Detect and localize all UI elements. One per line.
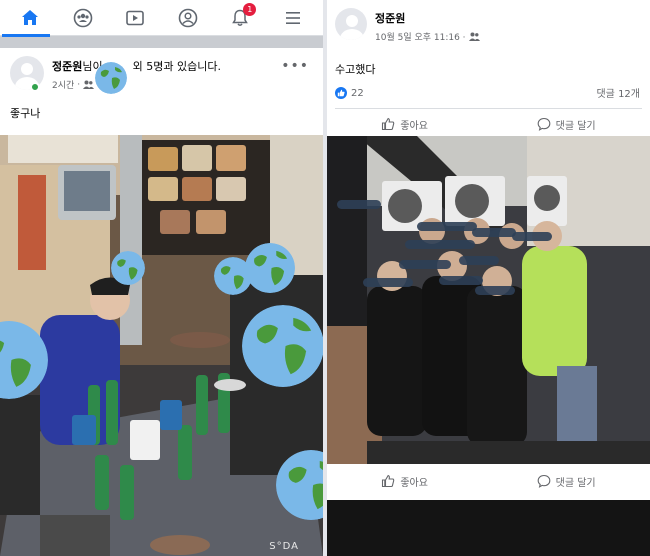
post-author-line: 정준원님이 외 5명과 있습니다. bbox=[52, 58, 221, 74]
like-label: 좋아요 bbox=[400, 477, 428, 489]
right-screenshot: 정준원 10월 5일 오후 11:16 · 수고했다 22 댓글 12개 좋아요… bbox=[327, 0, 650, 556]
face-blur-bar bbox=[417, 222, 477, 231]
like-summary[interactable]: 22 bbox=[335, 86, 364, 99]
like-button[interactable]: 좋아요 bbox=[381, 474, 428, 489]
comment-label: 댓글 달기 bbox=[555, 120, 596, 132]
reactions-bar: 22 댓글 12개 bbox=[327, 77, 650, 100]
comment-button[interactable]: 댓글 달기 bbox=[537, 117, 596, 132]
face-blur-bar bbox=[459, 256, 499, 265]
post-photo[interactable] bbox=[327, 136, 650, 464]
face-blur-bar bbox=[363, 278, 413, 287]
like-label: 좋아요 bbox=[400, 120, 428, 132]
like-reaction-icon bbox=[335, 86, 347, 99]
notifications-icon[interactable]: 1 bbox=[228, 2, 257, 30]
post-actions: 좋아요 댓글 달기 bbox=[327, 466, 650, 496]
post-photo[interactable]: S°DA bbox=[0, 135, 323, 556]
post-header: 정준원님이 외 5명과 있습니다. 2시간 · ••• bbox=[0, 48, 323, 92]
post-author-line: 정준원 bbox=[375, 10, 480, 26]
post-time[interactable]: 10월 5일 오후 11:16 · bbox=[375, 30, 466, 43]
friends-icon bbox=[83, 80, 95, 89]
avatar[interactable] bbox=[335, 8, 367, 40]
thumbs-up-icon bbox=[382, 474, 395, 488]
group-photo-illustration bbox=[327, 136, 650, 464]
feed-separator bbox=[0, 36, 323, 48]
top-navigation-bar: 1 bbox=[0, 0, 323, 37]
online-status-dot bbox=[30, 82, 40, 92]
post-meta: 10월 5일 오후 11:16 · bbox=[375, 30, 480, 43]
face-blur-bar bbox=[439, 276, 483, 285]
post-author-name[interactable]: 정준원 bbox=[375, 12, 405, 25]
photo-watermark: S°DA bbox=[269, 541, 299, 552]
menu-icon[interactable] bbox=[281, 6, 305, 30]
post-actions: 좋아요 댓글 달기 bbox=[327, 109, 650, 139]
comment-icon bbox=[537, 117, 551, 131]
like-button[interactable]: 좋아요 bbox=[381, 117, 428, 132]
face-blur-bar bbox=[399, 260, 451, 269]
post-header: 정준원 10월 5일 오후 11:16 · bbox=[327, 0, 650, 43]
thumbs-up-icon bbox=[382, 117, 395, 131]
post-text: 수고했다 bbox=[335, 63, 376, 76]
groups-icon[interactable] bbox=[71, 6, 95, 30]
comment-button[interactable]: 댓글 달기 bbox=[537, 474, 596, 489]
face-blur-bar bbox=[472, 228, 516, 237]
post-meta: 2시간 · bbox=[52, 78, 221, 91]
bottom-dark-area bbox=[327, 500, 650, 556]
watch-icon[interactable] bbox=[123, 6, 147, 30]
more-options-icon[interactable]: ••• bbox=[281, 58, 309, 74]
face-blur-bar bbox=[337, 200, 381, 209]
home-icon[interactable] bbox=[18, 6, 42, 30]
post-text: 좋구나 bbox=[10, 107, 41, 120]
post-author-name[interactable]: 정준원 bbox=[52, 60, 82, 73]
globe-sticker bbox=[245, 243, 295, 293]
friends-icon bbox=[468, 32, 480, 41]
like-count: 22 bbox=[351, 87, 364, 99]
face-blur-bar bbox=[405, 240, 475, 249]
comment-icon bbox=[537, 474, 551, 488]
globe-sticker bbox=[95, 62, 127, 94]
notification-badge: 1 bbox=[243, 2, 257, 16]
comment-count[interactable]: 댓글 12개 bbox=[596, 85, 640, 100]
post-time[interactable]: 2시간 bbox=[52, 78, 74, 91]
active-tab-indicator bbox=[2, 34, 50, 37]
face-blur-bar bbox=[512, 232, 552, 241]
face-blur-bar bbox=[475, 286, 515, 295]
left-screenshot: 1 정준원님이 외 5명과 있습니다. 2시간 · ••• 좋구나 S°DA bbox=[0, 0, 323, 556]
globe-sticker bbox=[242, 305, 323, 387]
comment-label: 댓글 달기 bbox=[555, 477, 596, 489]
profile-icon[interactable] bbox=[176, 6, 200, 30]
tagged-suffix[interactable]: 외 5명과 있습니다. bbox=[133, 60, 221, 73]
globe-sticker bbox=[111, 251, 145, 285]
